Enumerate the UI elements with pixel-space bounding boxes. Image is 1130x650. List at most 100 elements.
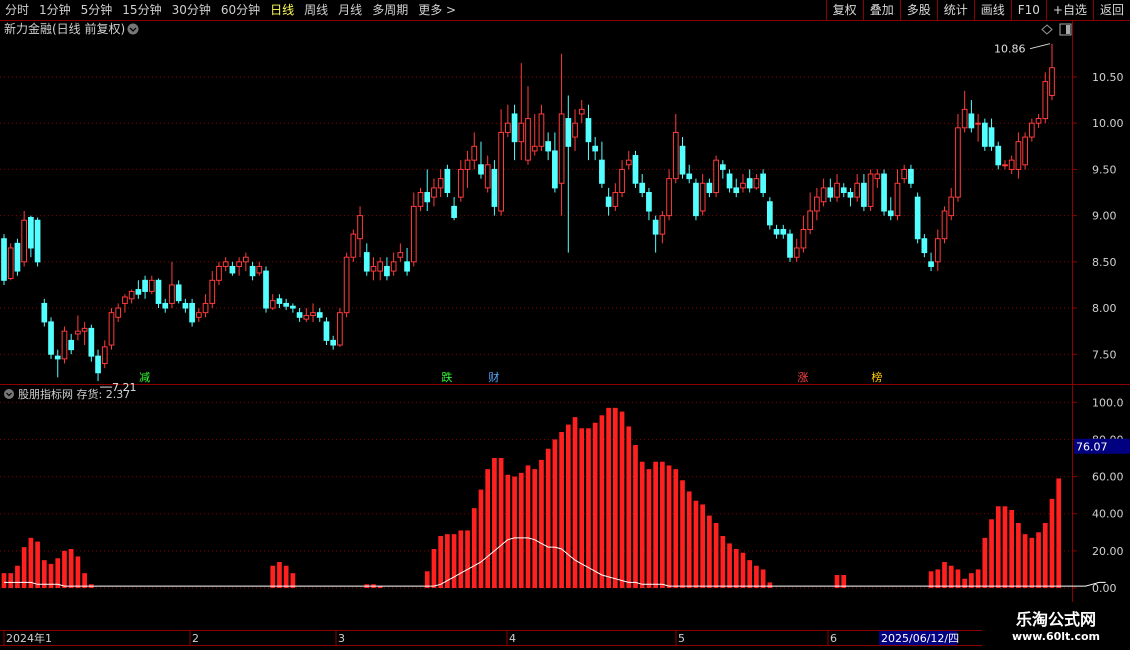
- candle-body: [955, 127, 961, 198]
- candle-body: [296, 312, 303, 318]
- candle-body: [908, 168, 914, 184]
- candle-body: [773, 228, 780, 235]
- candle-body: [652, 219, 659, 235]
- candle-body: [760, 173, 766, 194]
- indicator-bar: [633, 445, 638, 588]
- event-marker[interactable]: 财: [488, 370, 499, 384]
- candle-body: [148, 279, 155, 292]
- candle-body: [981, 122, 988, 147]
- high-label: 10.86: [994, 43, 1026, 56]
- event-marker[interactable]: 榜: [871, 370, 882, 384]
- candle-body: [195, 312, 202, 318]
- candle-body: [693, 182, 699, 217]
- candle-body: [599, 159, 605, 184]
- indicator-dropdown-icon[interactable]: [4, 389, 14, 399]
- xaxis-label: 5: [678, 632, 685, 645]
- indicator-bar: [653, 461, 658, 588]
- event-marker[interactable]: 涨: [797, 371, 808, 384]
- indicator-bar: [525, 465, 531, 588]
- candle-body: [431, 187, 437, 198]
- candle-body: [34, 219, 41, 263]
- candle-body: [968, 113, 975, 129]
- candle-body: [491, 168, 498, 207]
- candle-body: [242, 256, 249, 263]
- candle-body: [269, 300, 276, 309]
- indicator-bar: [767, 582, 773, 588]
- candle-body: [14, 242, 21, 272]
- candle-body: [142, 279, 148, 292]
- indicator-bar: [666, 465, 672, 588]
- candle-body: [874, 173, 881, 180]
- event-marker[interactable]: 减: [139, 371, 150, 384]
- indicator-bar: [498, 458, 504, 588]
- indicator-tick-label: 0.00: [1092, 582, 1117, 595]
- candle-body: [222, 261, 229, 267]
- candle-body: [236, 261, 242, 267]
- candle-body: [464, 159, 471, 170]
- candle-body: [283, 302, 290, 307]
- candle-body: [995, 145, 1002, 166]
- indicator-bar: [995, 506, 1001, 588]
- candle-body: [807, 210, 814, 230]
- indicator-bar: [431, 549, 437, 588]
- indicator-bar: [720, 536, 726, 588]
- candle-body: [820, 187, 827, 203]
- candle-body: [572, 122, 578, 138]
- indicator-bar: [1009, 510, 1015, 588]
- xaxis-label: 6: [830, 632, 837, 645]
- candle-body: [646, 192, 652, 212]
- indicator-tick-label: 20.00: [1092, 545, 1124, 558]
- candle-body: [800, 228, 807, 249]
- stock-chart: 10.5010.009.509.008.508.007.50100.080.00…: [0, 20, 1130, 646]
- candle-body: [41, 302, 48, 323]
- candle-body: [881, 173, 887, 212]
- event-marker[interactable]: 跌: [441, 370, 452, 384]
- watermark-url: www.60lt.com: [1011, 630, 1101, 643]
- indicator-bar: [612, 407, 618, 588]
- cursor-date-label: 2025/06/12/四: [881, 632, 959, 645]
- indicator-bar: [485, 469, 491, 588]
- diamond-icon[interactable]: [1041, 24, 1053, 35]
- xaxis-label: 4: [509, 632, 516, 645]
- candle-body: [894, 182, 901, 217]
- candle-body: [61, 330, 68, 360]
- candle-body: [21, 219, 28, 263]
- indicator-bar: [8, 573, 14, 588]
- price-tick-label: 7.50: [1092, 348, 1117, 361]
- indicator-bar: [283, 565, 289, 588]
- indicator-bar: [989, 519, 994, 588]
- candle-body: [397, 252, 404, 258]
- candle-body: [975, 122, 981, 125]
- indicator-bar: [21, 547, 27, 588]
- candle-body: [726, 173, 733, 189]
- candle-body: [578, 108, 585, 115]
- candle-body: [68, 339, 75, 351]
- candle-body: [209, 279, 216, 304]
- candle-body: [552, 150, 558, 189]
- indicator-bar: [458, 530, 464, 588]
- candle-body: [686, 173, 693, 180]
- indicator-bar: [955, 569, 961, 588]
- candle-body: [525, 118, 531, 161]
- candle-body: [699, 182, 706, 212]
- indicator-bar: [693, 500, 699, 588]
- indicator-bar: [68, 549, 74, 588]
- candle-body: [1049, 67, 1055, 96]
- indicator-bar: [747, 560, 753, 588]
- xaxis-label: 2024年1: [6, 631, 52, 645]
- high-arrow: [1029, 43, 1051, 50]
- indicator-bar: [478, 489, 484, 588]
- indicator-bar: [512, 476, 517, 588]
- price-tick-label: 9.00: [1092, 210, 1117, 223]
- indicator-bar: [928, 571, 934, 588]
- candle-body: [48, 321, 54, 355]
- title-dropdown-icon[interactable]: [127, 23, 139, 35]
- candle-body: [256, 265, 263, 274]
- candle-body: [780, 228, 787, 235]
- indicator-tick-label: 60.00: [1092, 471, 1124, 484]
- indicator-bar: [532, 469, 538, 588]
- indicator-bar: [28, 537, 34, 588]
- candle-body: [75, 330, 81, 335]
- candle-body: [357, 215, 363, 240]
- candle-body: [189, 302, 195, 323]
